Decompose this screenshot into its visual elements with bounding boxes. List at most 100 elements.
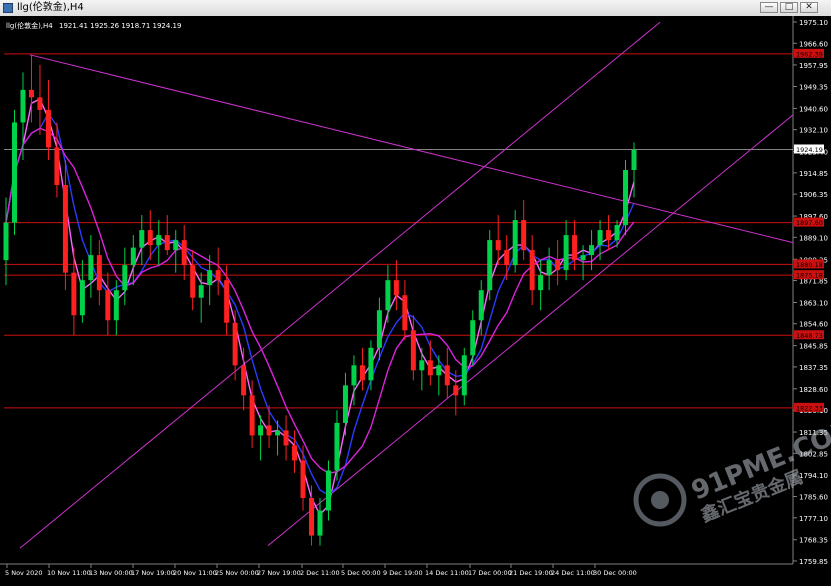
price-tick-label: 1966.60 bbox=[799, 40, 828, 48]
price-tick-label: 1768.35 bbox=[799, 537, 828, 545]
time-tick-label: 21 Dec 19:00 bbox=[509, 569, 553, 577]
candle-body bbox=[173, 240, 179, 251]
price-tick-label: 1949.35 bbox=[799, 83, 828, 91]
candle bbox=[11, 109, 17, 236]
candle-body bbox=[266, 425, 272, 436]
candle-body bbox=[393, 280, 399, 296]
maximize-button[interactable]: □ bbox=[780, 2, 798, 13]
price-chart[interactable]: llg(伦敦金),H4 1921.41 1925.26 1918.71 1924… bbox=[0, 16, 831, 586]
price-tick-label: 1940.60 bbox=[799, 105, 828, 113]
candle-body bbox=[470, 320, 476, 356]
candle-body bbox=[122, 265, 128, 291]
candle-body bbox=[359, 365, 365, 381]
candle-body bbox=[334, 422, 340, 471]
candle-body bbox=[461, 355, 467, 396]
candle-body bbox=[453, 385, 459, 396]
price-tick-label: 1863.10 bbox=[799, 299, 828, 307]
candle-body bbox=[181, 240, 187, 266]
chart-window: llg(伦敦金),H4 — □ ✕ llg(伦敦金),H4 1921.41 19… bbox=[0, 0, 831, 586]
candle-body bbox=[419, 360, 425, 371]
candle-body bbox=[538, 275, 544, 291]
level-price-label: 1897.60 bbox=[796, 219, 823, 227]
price-tick-label: 1837.35 bbox=[799, 364, 828, 372]
candle-body bbox=[20, 89, 26, 123]
candle-body bbox=[589, 245, 595, 256]
level-price-label: 1822.33 bbox=[796, 404, 823, 412]
candle-body bbox=[62, 185, 68, 273]
title-bar[interactable]: llg(伦敦金),H4 — □ ✕ bbox=[0, 0, 831, 17]
candle-body bbox=[563, 235, 569, 271]
chart-window-icon bbox=[3, 3, 13, 13]
level-price-label: 1880.18 bbox=[796, 261, 823, 269]
candle-body bbox=[376, 310, 382, 348]
time-tick-label: 27 Nov 19:00 bbox=[257, 569, 301, 577]
candle-body bbox=[342, 385, 348, 423]
time-tick-label: 9 Dec 19:00 bbox=[383, 569, 423, 577]
candle-body bbox=[232, 322, 238, 366]
candle-body bbox=[28, 89, 34, 98]
candle-body bbox=[529, 250, 535, 291]
candle bbox=[487, 230, 493, 301]
minimize-button[interactable]: — bbox=[760, 2, 778, 13]
candle-body bbox=[147, 230, 153, 246]
price-tick-label: 1914.85 bbox=[799, 170, 828, 178]
candle-body bbox=[614, 225, 620, 241]
candle-body bbox=[546, 260, 552, 276]
price-tick-label: 1906.35 bbox=[799, 191, 828, 199]
candle-body bbox=[478, 290, 484, 321]
candle-body bbox=[580, 255, 586, 261]
time-tick-label: 17 Nov 19:00 bbox=[131, 569, 175, 577]
price-tick-label: 1759.85 bbox=[799, 558, 828, 566]
close-button[interactable]: ✕ bbox=[800, 2, 818, 13]
candle-body bbox=[11, 122, 17, 223]
candle-body bbox=[292, 445, 298, 461]
candle-body bbox=[521, 220, 527, 251]
time-tick-label: 20 Nov 11:00 bbox=[173, 569, 217, 577]
candle-body bbox=[504, 250, 510, 266]
candle-body bbox=[487, 240, 493, 291]
candle-body bbox=[325, 470, 331, 511]
price-tick-label: 1854.60 bbox=[799, 321, 828, 329]
current-price-label: 1924.19 bbox=[796, 146, 823, 154]
price-tick-label: 1828.60 bbox=[799, 386, 828, 394]
ohlc-readout: 1921.41 1925.26 1918.71 1924.19 bbox=[59, 22, 181, 30]
candle-body bbox=[224, 280, 230, 323]
price-tick-label: 1785.60 bbox=[799, 494, 828, 502]
window-title: llg(伦敦金),H4 bbox=[17, 2, 84, 13]
candle-body bbox=[105, 290, 111, 321]
candle-body bbox=[351, 365, 357, 386]
time-tick-label: 24 Dec 11:00 bbox=[551, 569, 595, 577]
time-tick-label: 30 Dec 00:00 bbox=[593, 569, 637, 577]
price-tick-label: 1794.10 bbox=[799, 472, 828, 480]
candle-body bbox=[410, 330, 416, 371]
time-tick-label: 10 Nov 11:00 bbox=[47, 569, 91, 577]
time-tick-label: 14 Dec 11:00 bbox=[425, 569, 469, 577]
time-tick-label: 5 Nov 2020 bbox=[5, 569, 43, 577]
price-tick-label: 1777.10 bbox=[799, 515, 828, 523]
candle-body bbox=[198, 285, 204, 298]
price-tick-label: 1957.95 bbox=[799, 62, 828, 70]
candle-body bbox=[555, 260, 561, 271]
time-tick-label: 13 Nov 00:00 bbox=[89, 569, 133, 577]
symbol-label: llg(伦敦金),H4 bbox=[6, 21, 53, 30]
time-tick-label: 17 Dec 00:00 bbox=[468, 569, 512, 577]
level-price-label: 1875.18 bbox=[796, 272, 823, 280]
candle-body bbox=[385, 280, 391, 311]
candle-body bbox=[606, 230, 612, 241]
time-tick-label: 5 Dec 00:00 bbox=[341, 569, 381, 577]
candle-body bbox=[139, 230, 145, 248]
candle-body bbox=[215, 270, 221, 281]
candle-body bbox=[368, 347, 374, 381]
candle-body bbox=[300, 460, 306, 499]
candle-body bbox=[444, 365, 450, 386]
symbol-header: llg(伦敦金),H4 1921.41 1925.26 1918.71 1924… bbox=[6, 21, 181, 30]
candle-body bbox=[190, 265, 196, 298]
candle-body bbox=[572, 235, 578, 261]
candle-body bbox=[597, 230, 603, 246]
candle-body bbox=[156, 235, 162, 246]
candle-body bbox=[96, 255, 102, 291]
price-tick-label: 1889.10 bbox=[799, 234, 828, 242]
candle-body bbox=[113, 290, 119, 321]
price-tick-label: 1932.10 bbox=[799, 127, 828, 135]
candle-body bbox=[130, 247, 136, 266]
